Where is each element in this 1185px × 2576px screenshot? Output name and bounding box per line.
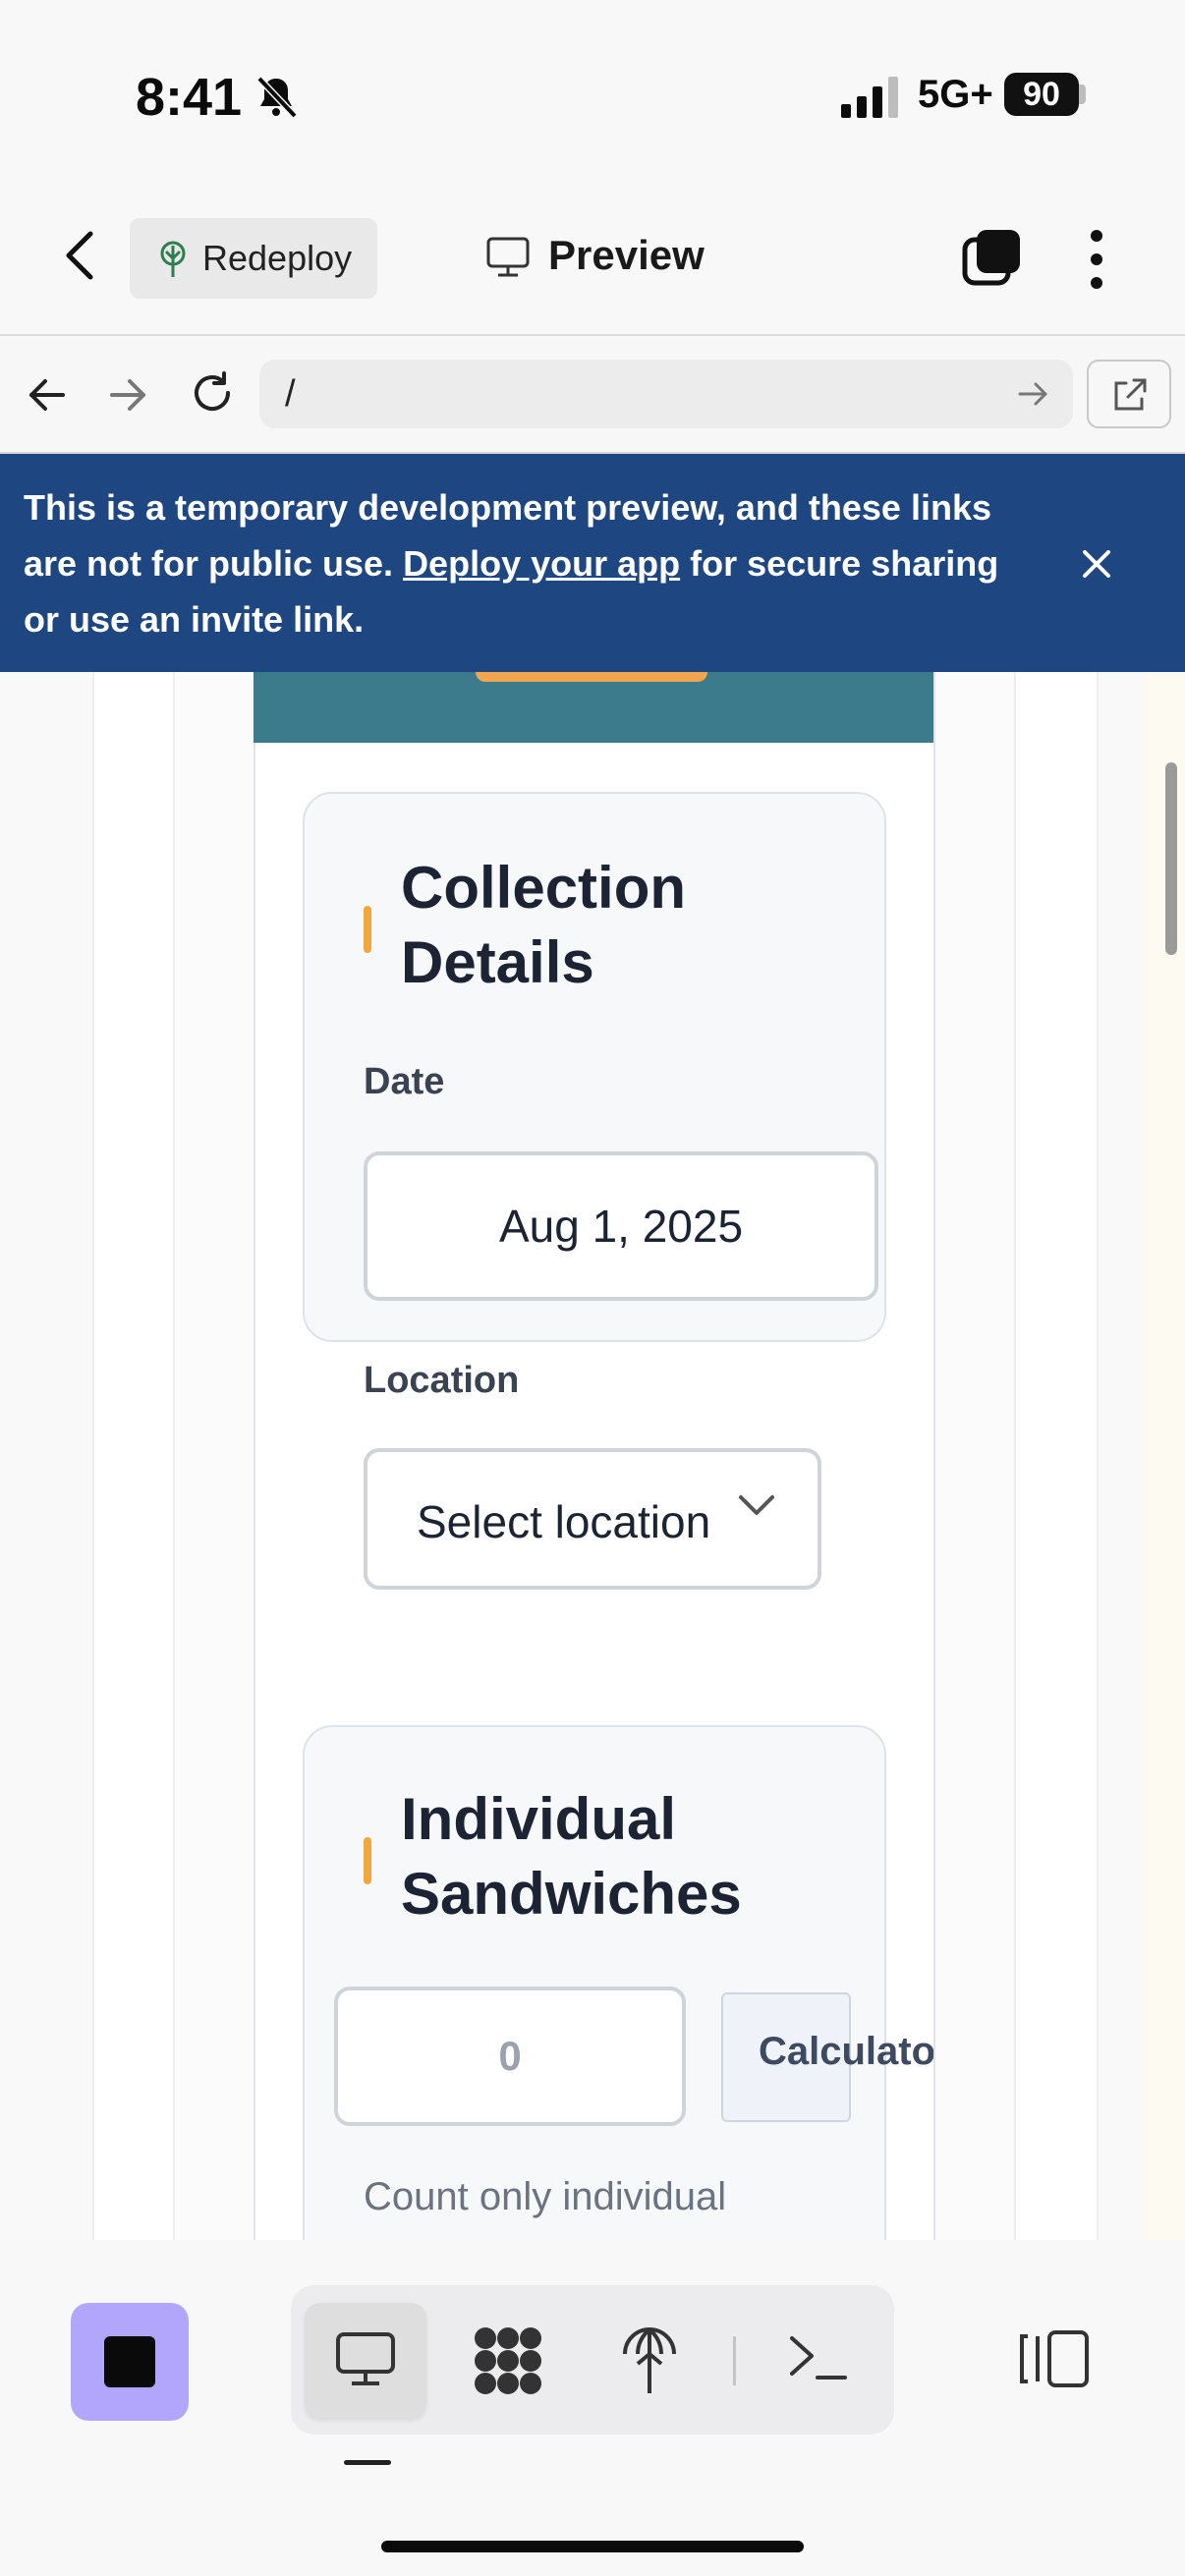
section-accent [364, 1837, 371, 1884]
section-title: Collection Details [401, 855, 687, 995]
bell-slash-icon [256, 76, 298, 119]
calculator-label: Calculato [759, 2030, 933, 2073]
external-link-icon [1114, 378, 1147, 411]
deploy-icon[interactable] [621, 2324, 678, 2397]
close-icon[interactable] [1077, 544, 1116, 584]
redeploy-label: Redeploy [202, 238, 353, 278]
monitor-icon [486, 237, 530, 277]
workspace-icon[interactable] [472, 2324, 544, 2397]
terminal-icon[interactable] [788, 2332, 849, 2383]
arrow-left-icon[interactable] [26, 375, 69, 415]
tabs-icon[interactable] [961, 228, 1022, 289]
section-title: Individual Sandwiches [401, 1786, 742, 1927]
monitor-icon [336, 2332, 395, 2385]
sandwich-count-input[interactable]: 0 [334, 1987, 686, 2126]
preview-title[interactable]: Preview [548, 232, 705, 279]
right-edge-panel [1144, 672, 1185, 2240]
panel-toggle-icon[interactable] [1018, 2328, 1091, 2389]
open-external-button[interactable] [1087, 360, 1171, 428]
hero-section [254, 672, 933, 743]
banner-text: This is a temporary development preview,… [24, 479, 1016, 647]
battery-level: 90 [1004, 73, 1079, 116]
home-indicator[interactable] [381, 2541, 804, 2552]
status-time: 8:41 [136, 68, 243, 127]
network-type: 5G+ [918, 73, 993, 116]
active-indicator [344, 2460, 391, 2465]
location-select-value: Select location [417, 1496, 711, 1547]
divider [733, 2336, 736, 2385]
arrow-right-icon[interactable] [106, 375, 149, 415]
reload-icon[interactable] [189, 369, 236, 417]
stop-icon [104, 2336, 155, 2387]
url-input[interactable] [259, 360, 1073, 428]
helper-text: Count only individual [364, 2175, 727, 2218]
deploy-link[interactable]: Deploy your app [403, 543, 680, 584]
go-arrow-icon[interactable] [1016, 379, 1051, 409]
scrollbar[interactable] [1165, 762, 1177, 955]
date-field[interactable]: Aug 1, 2025 [364, 1151, 878, 1301]
location-select[interactable]: Select location [364, 1448, 821, 1590]
app-viewport: Collection Details Date Aug 1, 2025 Loca… [0, 672, 1185, 2240]
more-vertical-icon[interactable] [1087, 228, 1106, 291]
chevron-down-icon [739, 1495, 774, 1515]
date-label: Date [364, 1061, 445, 1102]
hero-button[interactable] [476, 672, 707, 682]
section-accent [364, 906, 371, 953]
tree-icon [160, 241, 186, 277]
chevron-left-icon[interactable] [61, 226, 100, 285]
battery-tip [1079, 84, 1086, 104]
url-text: / [285, 373, 296, 415]
location-label: Location [364, 1360, 520, 1401]
signal-icon [841, 77, 898, 118]
